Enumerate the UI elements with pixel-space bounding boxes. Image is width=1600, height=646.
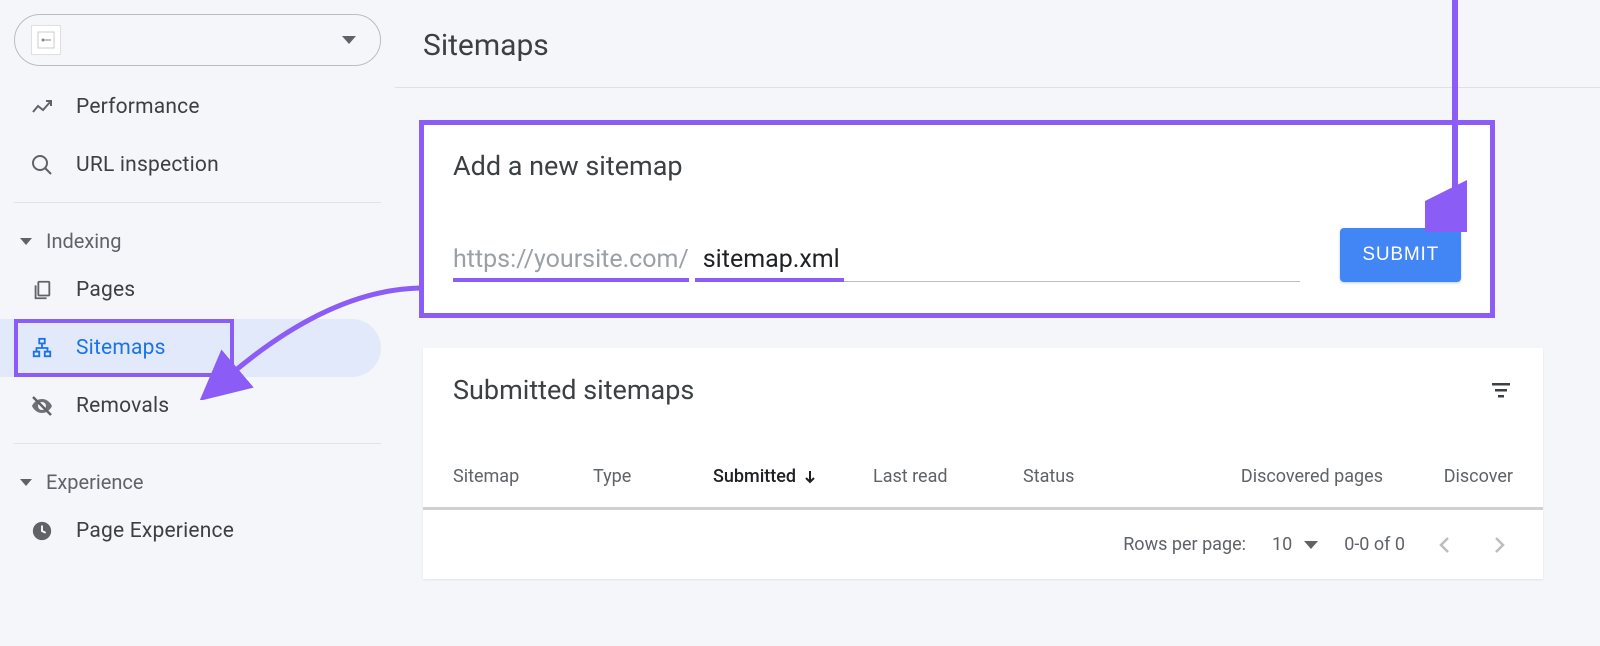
nav-label: Pages bbox=[76, 278, 135, 302]
page-title: Sitemaps bbox=[395, 28, 1600, 88]
nav-label: Sitemaps bbox=[76, 336, 166, 360]
group-label: Indexing bbox=[46, 229, 121, 253]
nav-page-experience[interactable]: Page Experience bbox=[0, 502, 381, 560]
page-experience-icon bbox=[30, 519, 54, 543]
nav-performance[interactable]: Performance bbox=[0, 78, 381, 136]
rows-per-page-select[interactable]: 10 bbox=[1272, 534, 1318, 555]
table-footer: Rows per page: 10 0-0 of 0 bbox=[423, 510, 1543, 579]
add-sitemap-heading: Add a new sitemap bbox=[453, 150, 1461, 182]
removals-icon bbox=[30, 394, 54, 418]
rpp-value: 10 bbox=[1272, 534, 1292, 555]
pages-icon bbox=[30, 278, 54, 302]
nav-label: Removals bbox=[76, 394, 169, 418]
sitemap-url-value: sitemap.xml bbox=[695, 245, 844, 282]
submit-button[interactable]: SUBMIT bbox=[1340, 228, 1461, 282]
submitted-sitemaps-card: Submitted sitemaps Sitemap Type Submitte… bbox=[423, 348, 1543, 579]
nav-label: Page Experience bbox=[76, 519, 234, 543]
nav-label: URL inspection bbox=[76, 153, 219, 177]
col-submitted[interactable]: Submitted bbox=[713, 466, 873, 487]
sitemap-icon bbox=[30, 336, 54, 360]
prev-page-button[interactable] bbox=[1431, 535, 1459, 555]
nav-group-indexing[interactable]: Indexing bbox=[0, 211, 395, 261]
nav-label: Performance bbox=[76, 95, 200, 119]
group-label: Experience bbox=[46, 470, 144, 494]
col-discovered-trunc[interactable]: Discover bbox=[1383, 466, 1513, 487]
page-range: 0-0 of 0 bbox=[1344, 534, 1405, 555]
submitted-heading: Submitted sitemaps bbox=[453, 374, 694, 406]
chevron-down-icon bbox=[20, 479, 32, 486]
sitemap-input-row: https://yoursite.com/ sitemap.xml SUBMIT bbox=[453, 228, 1461, 282]
nav-removals[interactable]: Removals bbox=[0, 377, 381, 435]
next-page-button[interactable] bbox=[1485, 535, 1513, 555]
table-header: Sitemap Type Submitted Last read Status … bbox=[423, 432, 1543, 510]
add-sitemap-card: Add a new sitemap https://yoursite.com/ … bbox=[423, 124, 1491, 314]
chevron-down-icon bbox=[342, 36, 356, 44]
chevron-down-icon bbox=[20, 238, 32, 245]
nav-pages[interactable]: Pages bbox=[0, 261, 381, 319]
col-type[interactable]: Type bbox=[593, 466, 713, 487]
col-status[interactable]: Status bbox=[1023, 466, 1183, 487]
sitemap-url-prefix: https://yoursite.com/ bbox=[453, 245, 689, 282]
col-submitted-label: Submitted bbox=[713, 466, 796, 487]
nav-group-experience[interactable]: Experience bbox=[0, 452, 395, 502]
performance-icon bbox=[30, 95, 54, 119]
sort-down-icon bbox=[802, 469, 818, 485]
search-icon bbox=[30, 153, 54, 177]
property-selector[interactable] bbox=[14, 14, 381, 66]
sidebar: Performance URL inspection Indexing Page… bbox=[0, 0, 395, 646]
chevron-down-icon bbox=[1304, 541, 1318, 549]
nav-url-inspection[interactable]: URL inspection bbox=[0, 136, 381, 194]
main-content: Sitemaps Add a new sitemap https://yours… bbox=[395, 0, 1600, 646]
filter-icon[interactable] bbox=[1489, 378, 1513, 402]
col-last-read[interactable]: Last read bbox=[873, 466, 1023, 487]
nav-sitemaps[interactable]: Sitemaps bbox=[0, 319, 381, 377]
sitemap-url-input[interactable]: sitemap.xml bbox=[695, 245, 1301, 282]
property-thumb-icon bbox=[31, 25, 61, 55]
divider bbox=[14, 202, 381, 203]
col-sitemap[interactable]: Sitemap bbox=[453, 466, 593, 487]
divider bbox=[14, 443, 381, 444]
rows-per-page-label: Rows per page: bbox=[1123, 534, 1246, 555]
col-discovered-pages[interactable]: Discovered pages bbox=[1183, 466, 1383, 487]
